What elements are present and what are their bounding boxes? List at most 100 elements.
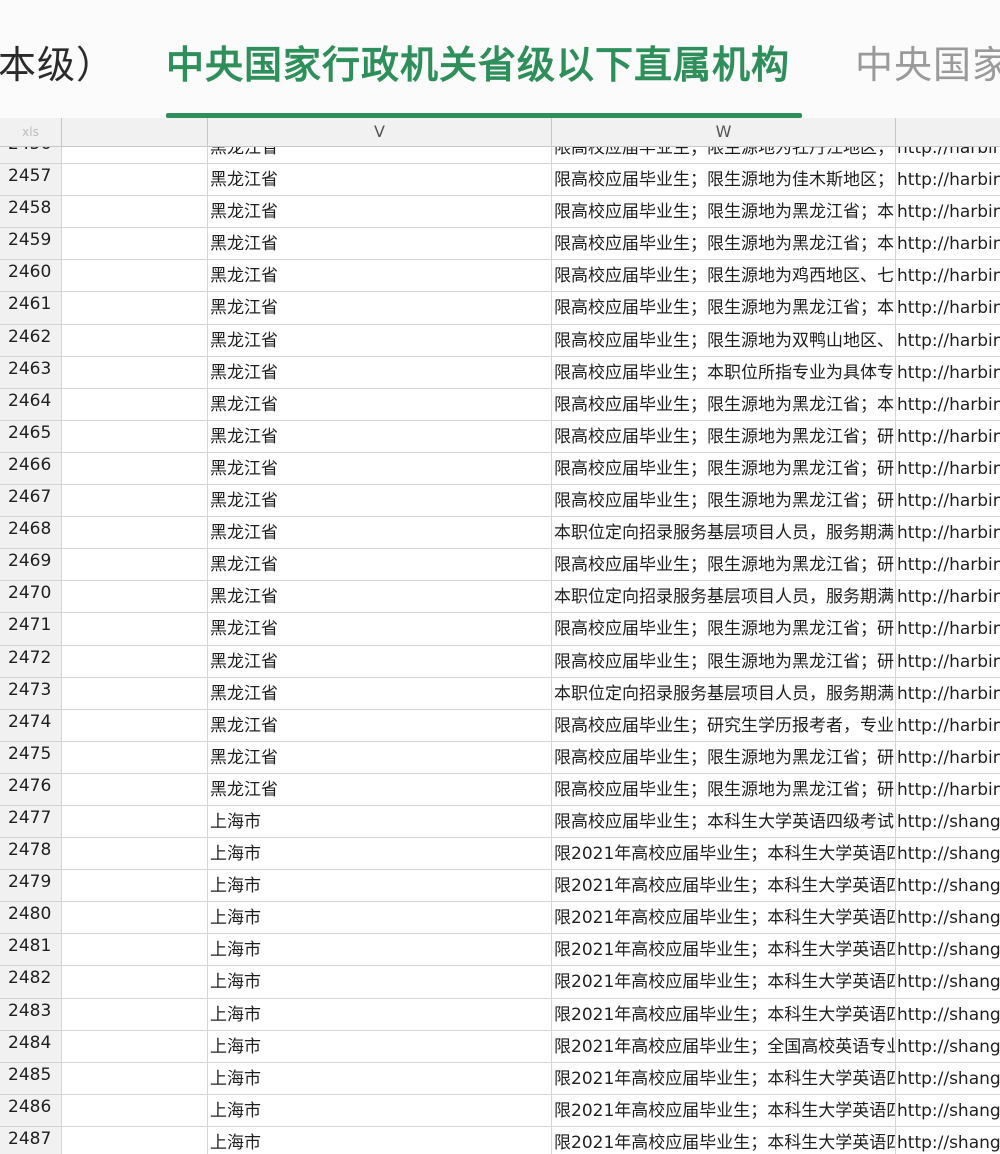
row-number-cell[interactable]: 2469 xyxy=(0,549,62,581)
tab-next-sheet[interactable]: 中央国家 xyxy=(855,34,1000,89)
table-row[interactable]: 2480 上海市 限2021年高校应届毕业生；本科生大学英语四 http://shan… xyxy=(0,902,1000,935)
row-number-cell[interactable]: 2476 xyxy=(0,773,62,805)
table-row[interactable]: 2485 上海市 限2021年高校应届毕业生；本科生大学英语四 http://shan… xyxy=(0,1062,1000,1095)
row-number-cell[interactable]: 2466 xyxy=(0,452,62,485)
cell-column-v[interactable]: 黑龙江省 xyxy=(208,741,552,773)
cell-column-v[interactable]: 上海市 xyxy=(208,998,552,1030)
cell-column-x[interactable]: http://shangha xyxy=(896,1063,1000,1094)
cell-column-x[interactable]: http://harbin.c xyxy=(896,292,1000,323)
table-row[interactable]: 2482 上海市 限2021年高校应届毕业生；本科生大学英语四 http://shan… xyxy=(0,966,1000,999)
cell-column-u[interactable] xyxy=(62,1030,208,1062)
cell-column-u[interactable] xyxy=(62,773,208,805)
cell-column-w[interactable]: 限高校应届毕业生；限生源地为黑龙江省；研 xyxy=(552,741,896,773)
cell-column-x[interactable]: http://harbin.c xyxy=(896,196,1000,227)
table-row[interactable]: 2466 黑龙江省 限高校应届毕业生；限生源地为黑龙江省；研 http://harbi… xyxy=(0,452,1000,486)
row-number-cell[interactable]: 2471 xyxy=(0,613,62,645)
table-row[interactable]: 2478 上海市 限2021年高校应届毕业生；本科生大学英语四 http://shan… xyxy=(0,838,1000,871)
column-header-v[interactable]: V xyxy=(208,118,552,146)
cell-column-x[interactable]: http://harbin.c xyxy=(896,453,1000,484)
row-number-cell[interactable]: 2467 xyxy=(0,485,62,517)
row-number-cell[interactable]: 2480 xyxy=(0,902,62,934)
table-row[interactable]: 2464 黑龙江省 限高校应届毕业生；限生源地为黑龙江省；本 http://harbi… xyxy=(0,388,1000,421)
cell-column-w[interactable]: 限高校应届毕业生；限生源地为佳木斯地区； xyxy=(552,164,896,196)
row-number-cell[interactable]: 2483 xyxy=(0,998,62,1030)
cell-column-v[interactable]: 上海市 xyxy=(208,1062,552,1094)
row-number-cell[interactable]: 2460 xyxy=(0,260,62,292)
cell-column-w[interactable]: 限高校应届毕业生；限生源地为黑龙江省；研 xyxy=(552,420,896,452)
cell-column-v[interactable]: 上海市 xyxy=(208,1094,552,1126)
cell-column-u[interactable] xyxy=(62,517,208,549)
table-row[interactable]: 2486 上海市 限2021年高校应届毕业生；本科生大学英语四 http://shan… xyxy=(0,1094,1000,1127)
row-number-cell[interactable]: 2484 xyxy=(0,1030,62,1062)
cell-column-v[interactable]: 黑龙江省 xyxy=(208,645,552,677)
cell-column-w[interactable]: 限2021年高校应届毕业生；全国高校英语专业 xyxy=(552,1030,896,1062)
row-number-cell[interactable]: 2457 xyxy=(0,164,62,196)
cell-column-u[interactable] xyxy=(62,966,208,998)
row-number-cell[interactable]: 2487 xyxy=(0,1126,62,1154)
cell-column-x[interactable]: http://harbin.c xyxy=(896,517,1000,548)
table-row[interactable]: 2463 黑龙江省 限高校应届毕业生；本职位所指专业为具体专 http://harbi… xyxy=(0,356,1000,389)
cell-column-v[interactable]: 黑龙江省 xyxy=(208,773,552,805)
cell-column-v[interactable]: 黑龙江省 xyxy=(208,677,552,709)
cell-column-w[interactable]: 限高校应届毕业生；限生源地为黑龙江省；研 xyxy=(552,613,896,645)
cell-column-u[interactable] xyxy=(62,934,208,966)
cell-column-u[interactable] xyxy=(62,388,208,420)
cell-column-x[interactable]: http://harbin.c xyxy=(896,613,1000,644)
cell-column-u[interactable] xyxy=(62,292,208,324)
cell-column-w[interactable]: 限2021年高校应届毕业生；本科生大学英语四 xyxy=(552,1094,896,1126)
table-row[interactable]: 2484 上海市 限2021年高校应届毕业生；全国高校英语专业 http://shan… xyxy=(0,1030,1000,1063)
cell-column-v[interactable]: 上海市 xyxy=(208,805,552,838)
cell-column-u[interactable] xyxy=(62,164,208,196)
table-row[interactable]: 2475 黑龙江省 限高校应届毕业生；限生源地为黑龙江省；研 http://harbi… xyxy=(0,741,1000,774)
cell-column-u[interactable] xyxy=(62,452,208,485)
cell-column-x[interactable]: http://shangha xyxy=(896,902,1000,933)
cell-column-v[interactable]: 黑龙江省 xyxy=(208,164,552,196)
cell-column-x[interactable]: http://harbin.c xyxy=(896,260,1000,291)
cell-column-v[interactable]: 黑龙江省 xyxy=(208,356,552,388)
cell-column-x[interactable]: http://harbin.c xyxy=(896,774,1000,805)
cell-column-x[interactable]: http://harbin.c xyxy=(896,742,1000,773)
cell-column-v[interactable]: 上海市 xyxy=(208,902,552,934)
cell-column-x[interactable]: http://shangha xyxy=(896,1127,1000,1154)
corner-cell[interactable]: xls xyxy=(0,118,62,146)
table-row[interactable]: 2459 黑龙江省 限高校应届毕业生；限生源地为黑龙江省；本 http://harbi… xyxy=(0,228,1000,261)
cell-column-w[interactable]: 限高校应届毕业生；限生源地为黑龙江省；研 xyxy=(552,485,896,517)
row-number-cell[interactable]: 2470 xyxy=(0,581,62,613)
cell-column-w[interactable]: 限高校应届毕业生；本职位所指专业为具体专 xyxy=(552,356,896,388)
table-row[interactable]: 2457 黑龙江省 限高校应届毕业生；限生源地为佳木斯地区； http://harbi… xyxy=(0,164,1000,197)
table-row[interactable]: 2476 黑龙江省 限高校应届毕业生；限生源地为黑龙江省；研 http://harbi… xyxy=(0,773,1000,806)
cell-column-v[interactable]: 黑龙江省 xyxy=(208,517,552,549)
cell-column-w[interactable]: 限高校应届毕业生；限生源地为黑龙江省；本 xyxy=(552,228,896,260)
cell-column-w[interactable]: 限2021年高校应届毕业生；本科生大学英语四 xyxy=(552,838,896,870)
cell-column-x[interactable]: http://harbin.c xyxy=(896,710,1000,741)
cell-column-x[interactable]: http://harbin.c xyxy=(896,646,1000,677)
cell-column-v[interactable]: 黑龙江省 xyxy=(208,420,552,452)
cell-column-x[interactable]: http://harbin.c xyxy=(896,549,1000,580)
tab-previous-sheet[interactable]: 本级） xyxy=(0,34,115,89)
cell-column-w[interactable]: 限高校应届毕业生；限生源地为黑龙江省；研 xyxy=(552,549,896,581)
cell-column-v[interactable]: 黑龙江省 xyxy=(208,613,552,645)
cell-column-u[interactable] xyxy=(62,1094,208,1126)
cell-column-w[interactable]: 限高校应届毕业生；限生源地为黑龙江省；研 xyxy=(552,773,896,805)
row-number-cell[interactable]: 2459 xyxy=(0,228,62,260)
cell-column-x[interactable]: http://harbin.c xyxy=(896,325,1000,356)
cell-column-u[interactable] xyxy=(62,709,208,741)
row-number-cell[interactable]: 2482 xyxy=(0,966,62,998)
row-number-cell[interactable]: 2458 xyxy=(0,196,62,228)
table-row[interactable]: 2474 黑龙江省 限高校应届毕业生；研究生学历报考者，专业 http://harbi… xyxy=(0,709,1000,742)
table-row[interactable]: 2467 黑龙江省 限高校应届毕业生；限生源地为黑龙江省；研 http://harbi… xyxy=(0,485,1000,518)
cell-column-v[interactable]: 上海市 xyxy=(208,934,552,966)
row-number-cell[interactable]: 2485 xyxy=(0,1062,62,1094)
column-header-w[interactable]: W xyxy=(552,118,896,146)
cell-column-u[interactable] xyxy=(62,581,208,613)
cell-column-x[interactable]: http://shangha xyxy=(896,1095,1000,1126)
row-number-cell[interactable]: 2474 xyxy=(0,709,62,741)
cell-column-u[interactable] xyxy=(62,260,208,292)
cell-column-v[interactable]: 上海市 xyxy=(208,1126,552,1154)
table-row[interactable]: 2462 黑龙江省 限高校应届毕业生；限生源地为双鸭山地区、 http://harbi… xyxy=(0,324,1000,357)
cell-column-v[interactable]: 黑龙江省 xyxy=(208,452,552,485)
column-header-x[interactable] xyxy=(896,118,1000,146)
cell-column-w[interactable]: 本职位定向招录服务基层项目人员，服务期满 xyxy=(552,581,896,613)
cell-column-v[interactable]: 黑龙江省 xyxy=(208,228,552,260)
table-row[interactable]: 2470 黑龙江省 本职位定向招录服务基层项目人员，服务期满 http://harbi… xyxy=(0,581,1000,614)
